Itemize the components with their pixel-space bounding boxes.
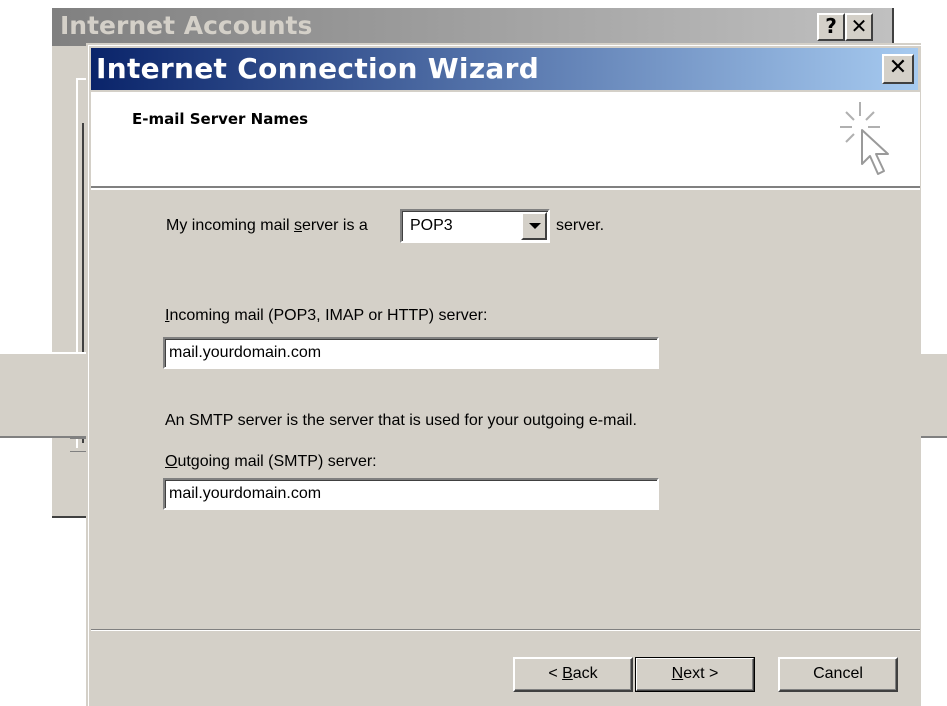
help-icon[interactable]: ? (817, 13, 845, 41)
server-type-value: POP3 (410, 217, 453, 234)
wizard-header-panel: E-mail Server Names (91, 92, 920, 190)
internet-connection-wizard-dialog: Internet Connection Wizard ✕ E-mail Serv… (86, 43, 921, 706)
close-icon[interactable]: ✕ (882, 54, 914, 84)
incoming-server-label: Incoming mail (POP3, IMAP or HTTP) serve… (165, 307, 488, 324)
outgoing-server-label: Outgoing mail (SMTP) server: (165, 453, 377, 470)
incoming-server-type-label: My incoming mail server is a (166, 217, 368, 234)
server-type-dropdown[interactable]: POP3 (400, 209, 550, 243)
next-button[interactable]: Next > (635, 657, 755, 692)
page-title: E-mail Server Names (132, 110, 309, 128)
back-button[interactable]: < Back (513, 657, 633, 692)
incoming-server-value: mail.yourdomain.com (169, 344, 322, 361)
smtp-info-text: An SMTP server is the server that is use… (165, 412, 637, 429)
close-icon[interactable]: ✕ (845, 13, 873, 41)
internet-accounts-titlebar: Internet Accounts ? ✕ (52, 8, 892, 46)
server-type-suffix: server. (556, 217, 605, 234)
chevron-down-icon[interactable] (521, 212, 547, 240)
outgoing-server-input[interactable]: mail.yourdomain.com (163, 478, 659, 510)
wizard-titlebar[interactable]: Internet Connection Wizard ✕ (91, 48, 918, 90)
desktop: Internet Accounts ? ✕ Internet Connectio… (0, 0, 947, 706)
incoming-server-input[interactable]: mail.yourdomain.com (163, 337, 659, 369)
internet-accounts-title: Internet Accounts (60, 11, 313, 40)
cancel-button[interactable]: Cancel (778, 657, 898, 692)
wizard-title: Internet Connection Wizard (96, 52, 540, 85)
cursor-sparkle-icon (840, 102, 889, 175)
footer-divider (91, 629, 920, 631)
outgoing-server-value: mail.yourdomain.com (169, 485, 322, 502)
